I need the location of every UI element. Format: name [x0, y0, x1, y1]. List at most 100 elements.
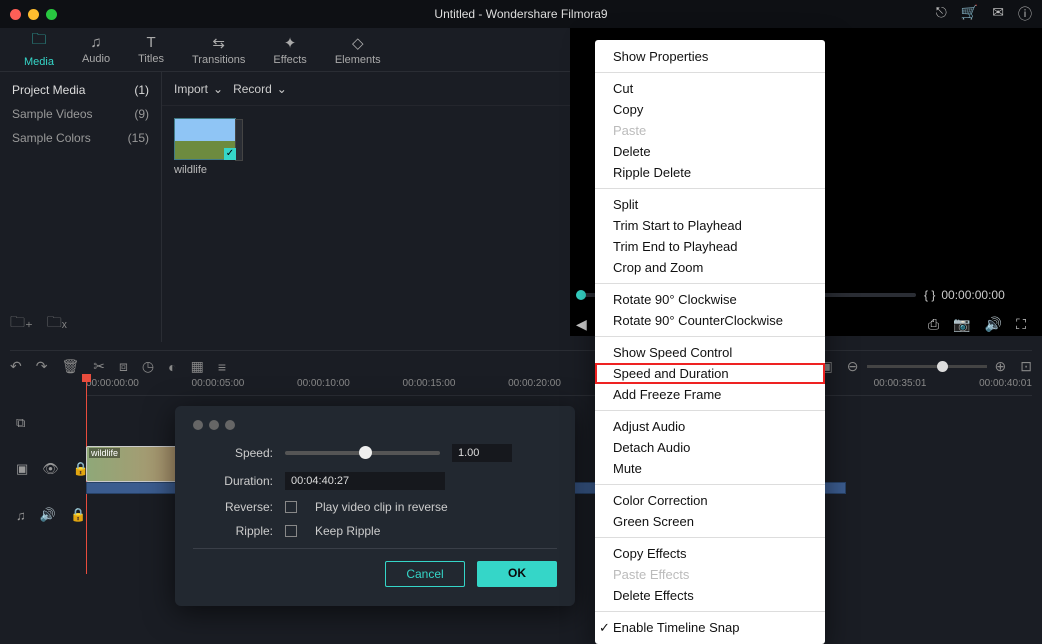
- undo-icon[interactable]: ↶: [10, 358, 22, 375]
- speed-label: Speed:: [193, 446, 273, 460]
- zoom-control: ⊖ ⊕: [847, 358, 1006, 375]
- timeline-icon[interactable]: ⧉: [16, 415, 25, 431]
- menu-crop-zoom[interactable]: Crop and Zoom: [595, 257, 825, 278]
- maximize-window[interactable]: [46, 9, 57, 20]
- zoom-slider[interactable]: [867, 365, 987, 368]
- menu-trim-end[interactable]: Trim End to Playhead: [595, 236, 825, 257]
- menu-copy-effects[interactable]: Copy Effects: [595, 543, 825, 564]
- ok-button[interactable]: OK: [477, 561, 557, 587]
- window-controls: [10, 9, 57, 20]
- color-icon[interactable]: ◐: [168, 359, 176, 375]
- menu-copy[interactable]: Copy: [595, 99, 825, 120]
- camera-icon[interactable]: 📷: [953, 316, 970, 333]
- zoom-in-icon[interactable]: ⊕: [995, 358, 1007, 375]
- mail-icon[interactable]: ✉: [992, 4, 1004, 24]
- menu-trim-start[interactable]: Trim Start to Playhead: [595, 215, 825, 236]
- cart-icon[interactable]: 🛒: [961, 4, 978, 24]
- tab-label: Transitions: [192, 54, 245, 66]
- menu-show-properties[interactable]: Show Properties: [595, 46, 825, 67]
- menu-delete-effects[interactable]: Delete Effects: [595, 585, 825, 606]
- chevron-down-icon: ⌄: [213, 82, 223, 96]
- lock-icon[interactable]: 🔒: [70, 507, 86, 523]
- sidebar-footer: 🗀₊ 🗀ₓ: [10, 312, 67, 337]
- speed-icon[interactable]: ◷: [142, 358, 154, 375]
- tab-titles[interactable]: TTitles: [124, 30, 178, 69]
- info-icon[interactable]: ⓘ: [1018, 4, 1032, 24]
- menu-rotate-cw[interactable]: Rotate 90° Clockwise: [595, 289, 825, 310]
- menu-adjust-audio[interactable]: Adjust Audio: [595, 416, 825, 437]
- titlebar: Untitled - Wondershare Filmora9 ⎋ 🛒 ✉ ⓘ: [0, 0, 1042, 28]
- speed-value[interactable]: 1.00: [452, 444, 512, 462]
- new-folder-icon[interactable]: 🗀₊: [10, 312, 33, 337]
- menu-timeline-snap[interactable]: Enable Timeline Snap: [595, 617, 825, 638]
- menu-green-screen[interactable]: Green Screen: [595, 511, 825, 532]
- tab-audio[interactable]: ♫Audio: [68, 30, 124, 69]
- ripple-label: Ripple:: [193, 524, 273, 538]
- tab-transitions[interactable]: ⇆ Transitions: [178, 30, 259, 70]
- menu-rotate-ccw[interactable]: Rotate 90° CounterClockwise: [595, 310, 825, 331]
- sidebar-item-project[interactable]: Project Media(1): [0, 78, 161, 102]
- delete-icon[interactable]: 🗑: [61, 358, 79, 375]
- context-menu: Show Properties Cut Copy Paste Delete Ri…: [595, 40, 825, 644]
- tab-media[interactable]: 🗀Media: [10, 25, 68, 74]
- menu-detach-audio[interactable]: Detach Audio: [595, 437, 825, 458]
- speed-slider[interactable]: [285, 451, 440, 455]
- crop-icon[interactable]: ⧈: [119, 358, 128, 375]
- timecode: 00:00:00:00: [941, 288, 1004, 302]
- visibility-icon[interactable]: 👁: [42, 461, 59, 477]
- clip-item[interactable]: ✓ wildlife: [174, 118, 236, 330]
- cut-icon[interactable]: ✂: [93, 358, 105, 375]
- volume-icon[interactable]: 🔊: [985, 316, 1002, 333]
- tab-elements[interactable]: ◇Elements: [321, 30, 395, 70]
- menu-color-correction[interactable]: Color Correction: [595, 490, 825, 511]
- snapshot-icon[interactable]: ⎙: [928, 316, 939, 333]
- fullscreen-icon[interactable]: ⛶: [1016, 316, 1026, 333]
- delete-folder-icon[interactable]: 🗀ₓ: [47, 312, 67, 337]
- edit-toolbar: ↶ ↷ 🗑 ✂ ⧈ ◷ ◐ ▦ ≡ ♪ ▣ ⊖ ⊕ ⊡: [10, 350, 1032, 376]
- timeline-ruler[interactable]: 00:00:00:00 00:00:05:00 00:00:10:00 00:0…: [86, 378, 1032, 396]
- adjust-icon[interactable]: ≡: [218, 359, 226, 375]
- ruler-tick: 00:00:05:00: [192, 378, 245, 395]
- title-actions: ⎋ 🛒 ✉ ⓘ: [936, 4, 1032, 24]
- clip-thumbnail[interactable]: ✓: [174, 118, 236, 160]
- sidebar-item-colors[interactable]: Sample Colors(15): [0, 126, 161, 150]
- menu-mute[interactable]: Mute: [595, 458, 825, 479]
- tab-label: Elements: [335, 54, 381, 66]
- cancel-button[interactable]: Cancel: [385, 561, 465, 587]
- account-icon[interactable]: ⎋: [936, 4, 947, 24]
- ruler-tick: 00:00:20:00: [508, 378, 561, 395]
- fit-icon[interactable]: ⊡: [1020, 358, 1032, 375]
- menu-show-speed[interactable]: Show Speed Control: [595, 342, 825, 363]
- menu-cut[interactable]: Cut: [595, 78, 825, 99]
- sidebar-item-videos[interactable]: Sample Videos(9): [0, 102, 161, 126]
- tab-label: Media: [24, 56, 54, 68]
- menu-speed-duration[interactable]: Speed and Duration: [595, 363, 825, 384]
- menu-freeze-frame[interactable]: Add Freeze Frame: [595, 384, 825, 405]
- tab-effects[interactable]: ✦Effects: [259, 30, 320, 70]
- transition-icon: ⇆: [212, 34, 225, 52]
- menu-ripple-delete[interactable]: Ripple Delete: [595, 162, 825, 183]
- mute-icon[interactable]: 🔊: [40, 507, 56, 523]
- import-label: Import: [174, 82, 208, 96]
- menu-split[interactable]: Split: [595, 194, 825, 215]
- playback-controls: ◀: [576, 316, 587, 333]
- prev-frame-button[interactable]: ◀: [576, 316, 587, 333]
- minimize-window[interactable]: [28, 9, 39, 20]
- timeline-clip[interactable]: wildlife: [86, 446, 186, 482]
- tab-label: Effects: [273, 54, 306, 66]
- greenscreen-icon[interactable]: ▦: [191, 358, 204, 375]
- close-window[interactable]: [10, 9, 21, 20]
- zoom-out-icon[interactable]: ⊖: [847, 358, 859, 375]
- slider-knob[interactable]: [359, 446, 372, 459]
- ruler-tick: 00:00:15:00: [403, 378, 456, 395]
- reverse-checkbox[interactable]: [285, 501, 297, 513]
- zoom-knob[interactable]: [937, 361, 948, 372]
- ripple-checkbox[interactable]: [285, 525, 297, 537]
- import-dropdown[interactable]: Import ⌄: [174, 82, 223, 96]
- duration-value[interactable]: 00:04:40:27: [285, 472, 445, 490]
- redo-icon[interactable]: ↷: [36, 358, 48, 375]
- menu-delete[interactable]: Delete: [595, 141, 825, 162]
- ruler-tick: 00:00:35:01: [874, 378, 927, 395]
- record-dropdown[interactable]: Record⌄: [233, 82, 287, 96]
- progress-handle[interactable]: [576, 290, 586, 300]
